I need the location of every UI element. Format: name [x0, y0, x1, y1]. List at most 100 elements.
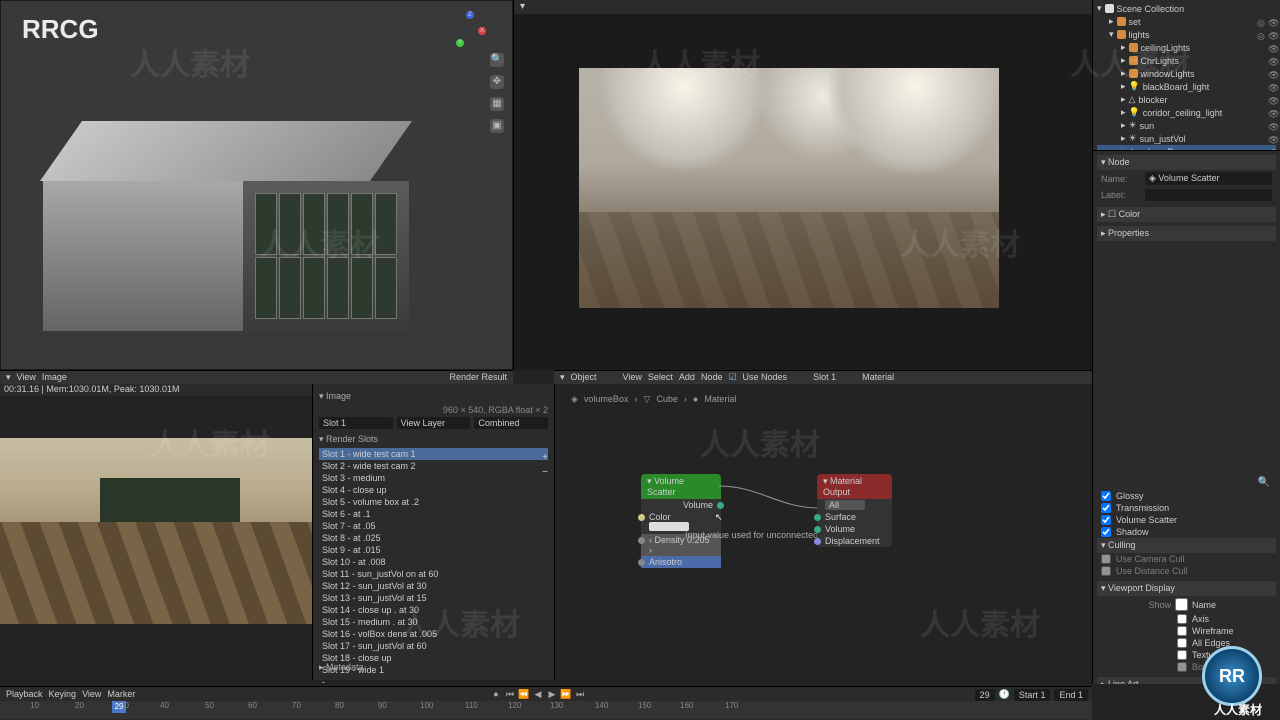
render-preview-large[interactable]: ▾: [513, 0, 1092, 370]
menu-keying[interactable]: Keying: [49, 689, 77, 699]
culling-header[interactable]: ▾ Culling: [1097, 538, 1276, 553]
axis-y[interactable]: Y: [456, 39, 464, 47]
node-section-header[interactable]: ▾ Node: [1097, 155, 1276, 170]
show-texture-space-checkbox[interactable]: [1177, 650, 1187, 660]
slot-item[interactable]: Slot 13 - sun_justVol at 15: [319, 592, 548, 604]
render-result-field[interactable]: Render Result: [449, 372, 507, 383]
play-rev-icon[interactable]: ◀: [532, 689, 544, 699]
axis-z[interactable]: Z: [466, 11, 474, 19]
zoom-icon[interactable]: 🔍: [490, 53, 504, 67]
slot-item[interactable]: Slot 1 - wide test cam 1: [319, 448, 548, 460]
scene-collection[interactable]: ▾Scene Collection: [1097, 2, 1276, 15]
dropdown-icon[interactable]: ▾: [520, 1, 525, 13]
slot-item[interactable]: Slot 16 - volBox dens at .005: [319, 628, 548, 640]
jump-start-icon[interactable]: ⏮: [504, 689, 516, 699]
menu-select[interactable]: Select: [648, 372, 673, 383]
move-icon[interactable]: ✥: [490, 75, 504, 89]
metadata-header[interactable]: ▸ Metadata: [319, 659, 364, 676]
slot-item[interactable]: Slot 15 - medium . at 30: [319, 616, 548, 628]
slot-item[interactable]: Slot 7 - at .05: [319, 520, 548, 532]
nav-gizmo[interactable]: X Y Z: [448, 9, 488, 49]
out-volume[interactable]: Volume: [641, 499, 721, 511]
3d-viewport[interactable]: X Y Z 🔍 ✥ ▦ ▣: [0, 0, 513, 370]
properties-section-header[interactable]: ▸ Properties: [1097, 226, 1276, 241]
properties-panel[interactable]: ▾ Node Name:◈ Volume Scatter Label: ▸ ☐ …: [1092, 150, 1280, 684]
slot-item[interactable]: Slot 8 - at .025: [319, 532, 548, 544]
target-dropdown[interactable]: All: [817, 499, 892, 511]
viewport-display-header[interactable]: ▾ Viewport Display: [1097, 581, 1276, 596]
label-field[interactable]: [1145, 189, 1272, 201]
slot-item[interactable]: Slot 6 - at .1: [319, 508, 548, 520]
volume-scatter-checkbox[interactable]: [1101, 515, 1111, 525]
jump-next-icon[interactable]: ⏩: [560, 689, 572, 699]
play-icon[interactable]: ▶: [546, 689, 558, 699]
slot-item[interactable]: Slot 11 - sun_justVol on at 60: [319, 568, 548, 580]
show-bounds-checkbox[interactable]: [1177, 662, 1187, 672]
show-all-edges-checkbox[interactable]: [1177, 638, 1187, 648]
render-slots-header[interactable]: ▾ Render Slots: [319, 431, 548, 448]
menu-marker[interactable]: Marker: [107, 689, 135, 699]
collection-windowlights[interactable]: ▸windowLights👁: [1097, 67, 1276, 80]
shadow-checkbox[interactable]: [1101, 527, 1111, 537]
slot-item[interactable]: Slot 12 - sun_justVol at 30: [319, 580, 548, 592]
outliner-panel[interactable]: ▾Scene Collection ▸set◎👁 ▾lights◎👁 ▸ceil…: [1092, 0, 1280, 150]
dropdown-icon[interactable]: ▾: [560, 372, 565, 383]
camera-cull-checkbox[interactable]: [1101, 554, 1111, 564]
obj-blocker[interactable]: ▸△blocker👁: [1097, 93, 1276, 106]
slot-item[interactable]: Slot 4 - close up: [319, 484, 548, 496]
dropdown-icon[interactable]: ▾: [6, 372, 11, 383]
persp-icon[interactable]: ▣: [490, 119, 504, 133]
menu-node[interactable]: Node: [701, 372, 723, 383]
pass-dropdown[interactable]: Combined: [474, 417, 548, 429]
in-surface[interactable]: Surface: [817, 511, 892, 523]
slot-item[interactable]: Slot 14 - close up . at 30: [319, 604, 548, 616]
collection-set[interactable]: ▸set◎👁: [1097, 15, 1276, 28]
menu-add[interactable]: Add: [679, 372, 695, 383]
auto-key-icon[interactable]: ●: [490, 689, 502, 699]
jump-end-icon[interactable]: ⏭: [574, 689, 586, 699]
obj-coridor-ceiling-light[interactable]: ▸💡coridor_ceiling_light👁: [1097, 106, 1276, 119]
in-anisotropy[interactable]: Anisotro: [641, 556, 721, 568]
current-frame-field[interactable]: 29: [975, 689, 995, 701]
timeline[interactable]: Playback Keying View Marker ● ⏮ ⏪ ◀ ▶ ⏩ …: [0, 686, 1092, 720]
remove-slot-button[interactable]: −: [542, 467, 548, 478]
color-section-header[interactable]: ▸ ☐ Color: [1097, 207, 1276, 222]
use-nodes-checkbox[interactable]: Use Nodes: [743, 372, 788, 383]
image-section-header[interactable]: ▾ Image: [319, 388, 548, 405]
name-field[interactable]: ◈ Volume Scatter: [1145, 172, 1272, 185]
menu-view[interactable]: View: [82, 689, 101, 699]
glossy-checkbox[interactable]: [1101, 491, 1111, 501]
material-field[interactable]: Material: [862, 372, 894, 383]
search-icon[interactable]: 🔍: [1258, 477, 1270, 488]
timeline-track[interactable]: 29 10 20 30 40 50 60 70 80 90 100 110 12…: [0, 701, 1092, 719]
clock-icon[interactable]: 🕐: [999, 689, 1010, 701]
slot-item[interactable]: Slot 9 - at .015: [319, 544, 548, 556]
show-axis-checkbox[interactable]: [1177, 614, 1187, 624]
view-layer-dropdown[interactable]: View Layer: [397, 417, 471, 429]
slot-item[interactable]: Slot 17 - sun_justVol at 60: [319, 640, 548, 652]
show-wireframe-checkbox[interactable]: [1177, 626, 1187, 636]
slots-list[interactable]: Slot 1 - wide test cam 1 Slot 2 - wide t…: [319, 448, 548, 688]
distance-cull-checkbox[interactable]: [1101, 566, 1111, 576]
node-editor[interactable]: ◈volumeBox› ▽Cube› ●Material ▾ Volume Sc…: [554, 384, 1092, 680]
node-material-output[interactable]: ▾ Material Output All Surface Volume Dis…: [817, 474, 892, 547]
start-frame-field[interactable]: Start 1: [1014, 689, 1051, 701]
menu-view[interactable]: View: [623, 372, 642, 383]
obj-sun[interactable]: ▸☀sun👁: [1097, 119, 1276, 132]
slot-item[interactable]: Slot 10 - at .008: [319, 556, 548, 568]
collection-ceilinglights[interactable]: ▸ceilingLights👁: [1097, 41, 1276, 54]
scene-mesh[interactable]: [61, 121, 391, 321]
render-slots-panel[interactable]: 🔍✥ ▾ Image 960 × 540, RGBA float × 2 Slo…: [312, 384, 554, 680]
add-slot-button[interactable]: +: [542, 452, 548, 463]
in-displacement[interactable]: Displacement: [817, 535, 892, 547]
collection-lights[interactable]: ▾lights◎👁: [1097, 28, 1276, 41]
node-volume-scatter[interactable]: ▾ Volume Scatter Volume Color ‹ Density …: [641, 474, 721, 568]
menu-view[interactable]: View: [17, 372, 36, 383]
menu-image[interactable]: Image: [42, 372, 67, 383]
obj-sun-justvol[interactable]: ▸☀sun_justVol👁: [1097, 132, 1276, 145]
slot-field[interactable]: Slot 1: [813, 372, 836, 383]
axis-x[interactable]: X: [478, 27, 486, 35]
slot-dropdown[interactable]: Slot 1: [319, 417, 393, 429]
menu-playback[interactable]: Playback: [6, 689, 43, 699]
camera-icon[interactable]: ▦: [490, 97, 504, 111]
